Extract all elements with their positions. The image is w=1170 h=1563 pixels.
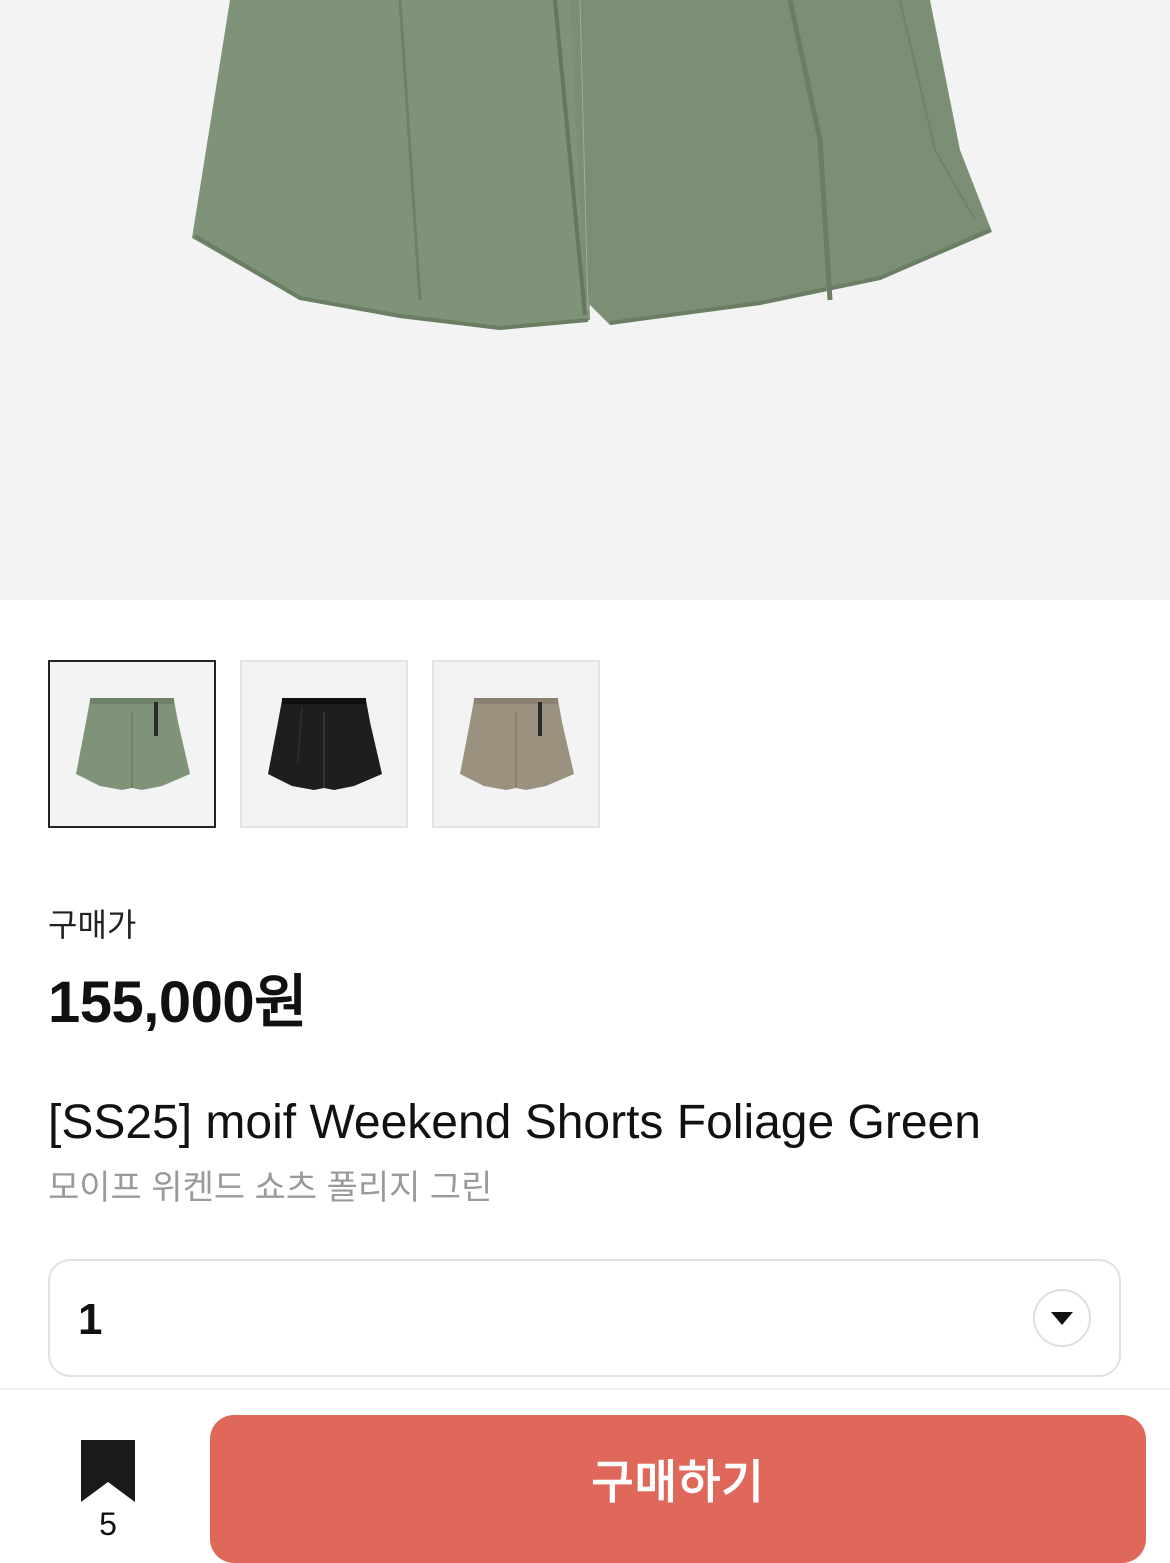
bookmark-button[interactable]: 5 <box>80 1440 136 1542</box>
buy-button[interactable]: 구매하기 <box>210 1415 1146 1563</box>
bookmark-icon <box>81 1440 135 1502</box>
product-name-korean: 모이프 위켄드 쇼츠 폴리지 그린 <box>48 1169 493 1207</box>
bookmark-count: 5 <box>99 1506 117 1542</box>
shorts-khaki-thumbnail[interactable] <box>432 660 600 828</box>
shorts-foliage-green-thumbnail[interactable] <box>48 660 216 828</box>
chevron-down-icon[interactable] <box>1033 1289 1091 1347</box>
product-name-english: [SS25] moif Weekend Shorts Foliage Green <box>48 1096 981 1149</box>
product-main-image <box>0 0 1170 600</box>
price-label: 구매가 <box>48 907 137 943</box>
quantity-value: 1 <box>78 1295 103 1344</box>
shorts-image <box>192 0 992 331</box>
shorts-black-thumbnail[interactable] <box>240 660 408 828</box>
shorts-black-image <box>268 698 382 790</box>
shorts-khaki-image <box>460 698 574 790</box>
quantity-select[interactable]: 1 <box>48 1259 1121 1377</box>
product-price: 155,000원 <box>48 970 308 1035</box>
bottom-action-bar: 5 구매하기 <box>0 1388 1170 1563</box>
shorts-foliage-green-image <box>76 698 190 790</box>
